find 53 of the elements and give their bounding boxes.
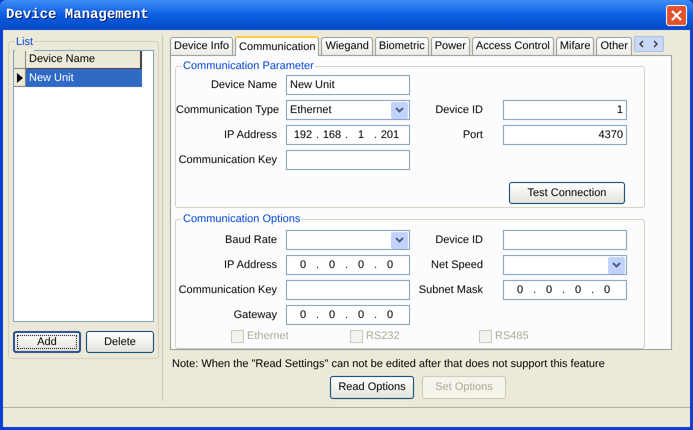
tab[interactable]: Mifare bbox=[556, 37, 594, 55]
tab[interactable]: Device Info bbox=[170, 37, 234, 55]
input-field[interactable] bbox=[286, 280, 410, 300]
field-label: Port bbox=[462, 128, 483, 143]
field-label: Baud Rate bbox=[224, 232, 277, 248]
field-label: IP Address bbox=[223, 128, 277, 143]
input-field[interactable]: New Unit bbox=[286, 75, 410, 95]
ip-address-field[interactable]: 192 . 168 . 1 . 201 bbox=[286, 125, 410, 145]
tab[interactable]: Power bbox=[430, 37, 470, 55]
close-button[interactable] bbox=[666, 4, 687, 26]
close-icon[interactable] bbox=[671, 10, 682, 20]
ip-address-field[interactable]: 0 . 0 . 0 . 0 bbox=[286, 255, 410, 275]
group-title: List bbox=[15, 34, 34, 50]
dropdown-field[interactable]: Ethernet bbox=[286, 100, 410, 120]
field-label: Subnet Mask bbox=[418, 282, 483, 298]
field-label: IP Address bbox=[223, 258, 277, 273]
list-button[interactable]: Delete bbox=[86, 331, 154, 353]
group-title: Communication Options bbox=[182, 212, 302, 226]
column-header[interactable]: Device Name bbox=[26, 51, 142, 69]
tab[interactable]: Biometric bbox=[374, 37, 429, 55]
field-label: Device Name bbox=[210, 78, 277, 93]
ip-address-field[interactable]: 0 . 0 . 0 . 0 bbox=[286, 305, 410, 325]
tab[interactable]: Other bbox=[596, 37, 632, 55]
tab-scroll-arrows[interactable] bbox=[634, 36, 664, 52]
input-field[interactable]: 4370 bbox=[503, 125, 627, 145]
action-button: Set Options bbox=[422, 376, 506, 399]
input-field[interactable]: 1 bbox=[503, 100, 627, 120]
ip-address-field[interactable]: 0 . 0 . 0 . 0 bbox=[503, 280, 627, 300]
list-button[interactable]: Add bbox=[13, 331, 81, 353]
field-label: Communication Type bbox=[176, 102, 277, 118]
tab[interactable]: Communication bbox=[235, 36, 320, 56]
device-row[interactable]: New Unit bbox=[26, 69, 142, 87]
checkbox-label: RS485 bbox=[495, 329, 529, 344]
field-label: Device ID bbox=[434, 102, 483, 118]
checkbox-label: RS232 bbox=[366, 329, 400, 344]
input-field[interactable] bbox=[503, 230, 627, 250]
current-row-icon bbox=[16, 72, 22, 82]
test-connection-button[interactable]: Test Connection bbox=[509, 182, 625, 204]
field-label: Communication Key bbox=[178, 152, 277, 168]
field-label: Communication Key bbox=[178, 282, 277, 298]
field-label: Device ID bbox=[434, 232, 483, 248]
dropdown-value: Ethernet bbox=[290, 102, 332, 118]
dropdown-field[interactable] bbox=[503, 255, 627, 275]
field-label: Gateway bbox=[232, 308, 277, 323]
tab[interactable]: Access Control bbox=[472, 37, 554, 55]
tab[interactable]: Wiegand bbox=[321, 37, 373, 55]
dropdown-field[interactable] bbox=[286, 230, 410, 250]
field-label: Net Speed bbox=[430, 258, 483, 273]
action-button[interactable]: Read Options bbox=[330, 376, 414, 399]
checkbox-label: Ethernet bbox=[247, 329, 289, 344]
input-field[interactable] bbox=[286, 150, 410, 170]
note-text: Note: When the "Read Settings" can not be edited after that does not support this feature bbox=[171, 357, 606, 372]
window-title: Device Management bbox=[6, 6, 149, 24]
